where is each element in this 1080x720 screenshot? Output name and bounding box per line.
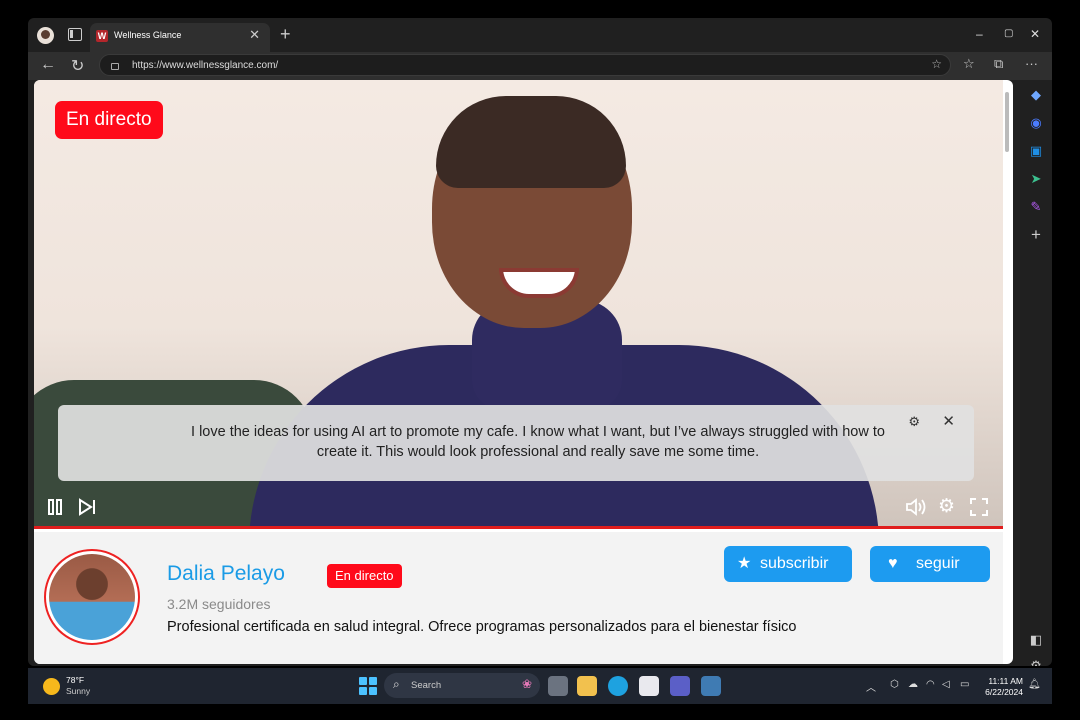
- browser-toolbar: ← ↻ https://www.wellnessglance.com/ ☆ ☆ …: [28, 52, 1052, 80]
- fullscreen-icon: [970, 498, 988, 516]
- browser-tab[interactable]: W Wellness Glance ✕: [90, 23, 270, 52]
- clock-time[interactable]: 11:11 AM: [983, 676, 1023, 686]
- url-text[interactable]: https://www.wellnessglance.com/: [132, 60, 278, 71]
- notification-bell-icon[interactable]: 🔔︎: [1028, 679, 1041, 690]
- task-view-icon[interactable]: [548, 676, 568, 696]
- edge-sidebar: ◆ ◉ ▣ ➤ ✎ + ◧ ⚙: [1020, 80, 1052, 666]
- fullscreen-button[interactable]: [970, 498, 988, 521]
- site-favicon-icon: W: [96, 30, 108, 42]
- teams-icon[interactable]: [670, 676, 690, 696]
- wifi-icon[interactable]: ◠: [926, 679, 935, 690]
- profile-avatar[interactable]: [37, 27, 54, 44]
- sun-icon[interactable]: [43, 678, 60, 695]
- copilot-icon[interactable]: ◉: [1028, 115, 1044, 131]
- follow-label: seguir: [916, 555, 960, 572]
- search-icon: ⌕: [393, 677, 400, 691]
- progress-bar[interactable]: [34, 526, 1003, 529]
- channel-info: Dalia Pelayo En directo 3.2M seguidores …: [34, 532, 1003, 664]
- battery-icon[interactable]: ▭: [960, 679, 969, 690]
- refresh-icon[interactable]: ↻: [71, 56, 84, 76]
- outlook-icon[interactable]: ▣: [1028, 143, 1044, 159]
- sidebar-toggle-icon[interactable]: ◧: [1028, 632, 1044, 648]
- follow-button[interactable]: ♥ seguir: [870, 546, 990, 582]
- weather-temperature[interactable]: 78°F: [66, 675, 84, 685]
- tray-chevron-icon[interactable]: ︿: [866, 679, 876, 694]
- volume-icon: [906, 498, 926, 516]
- onedrive-icon[interactable]: ☁: [908, 679, 918, 690]
- video-person-hair: [436, 96, 626, 188]
- next-button[interactable]: [77, 498, 97, 521]
- channel-description: Profesional certificada en salud integra…: [167, 619, 797, 635]
- minimize-button[interactable]: –: [976, 28, 983, 40]
- maximize-button[interactable]: ▢: [1004, 28, 1013, 40]
- add-sidebar-app-icon[interactable]: +: [1028, 226, 1044, 243]
- search-placeholder: Search: [411, 680, 442, 691]
- new-tab-icon[interactable]: +: [280, 25, 291, 43]
- back-arrow-icon[interactable]: ←: [40, 56, 56, 74]
- collections-icon[interactable]: ⧉: [994, 56, 1003, 72]
- designer-icon[interactable]: ✎: [1028, 199, 1044, 215]
- pause-icon: [48, 499, 62, 515]
- live-badge: En directo: [55, 101, 163, 139]
- more-menu-icon[interactable]: ···: [1025, 56, 1038, 71]
- heart-icon: ♥: [888, 555, 898, 572]
- address-bar[interactable]: https://www.wellnessglance.com/ ☆: [99, 54, 951, 76]
- sidebar-settings-icon[interactable]: ⚙: [1028, 658, 1044, 666]
- file-explorer-icon[interactable]: [577, 676, 597, 696]
- channel-avatar[interactable]: [44, 549, 140, 645]
- weather-condition[interactable]: Sunny: [66, 686, 90, 696]
- volume-button[interactable]: [905, 498, 927, 521]
- subscribe-label: subscribir: [760, 555, 829, 572]
- taskbar-search[interactable]: ⌕ Search ❀: [384, 673, 540, 698]
- start-button[interactable]: [359, 677, 377, 695]
- edge-icon[interactable]: [608, 676, 628, 696]
- channel-live-badge: En directo: [327, 564, 402, 588]
- video-settings-icon[interactable]: ⚙: [938, 497, 955, 516]
- caption-settings-icon[interactable]: ⚙: [908, 414, 920, 430]
- send-icon[interactable]: ➤: [1028, 171, 1044, 187]
- lock-icon: [111, 63, 119, 70]
- caption-text: I love the ideas for using AI art to pro…: [191, 424, 885, 460]
- store-icon[interactable]: [639, 676, 659, 696]
- skip-next-icon: [79, 498, 95, 516]
- browser-window: W Wellness Glance ✕ + – ▢ ✕ ← ↻ https://…: [28, 18, 1052, 666]
- windows-taskbar: 78°F Sunny ⌕ Search ❀ ︿ ⬡ ☁ ◠ ◁ ▭ 11:11 …: [28, 668, 1052, 704]
- caption-box: I love the ideas for using AI art to pro…: [58, 405, 974, 481]
- page-content: En directo I love the ideas for using AI…: [34, 80, 1013, 664]
- tray-app-icon[interactable]: ⬡: [890, 679, 899, 690]
- star-icon: ★: [737, 555, 752, 572]
- caption-close-icon[interactable]: ✕: [942, 412, 955, 430]
- favorite-star-icon[interactable]: ☆: [931, 57, 942, 71]
- tab-bar: W Wellness Glance ✕ + – ▢ ✕: [28, 18, 1052, 52]
- channel-name[interactable]: Dalia Pelayo: [167, 562, 285, 586]
- subscribe-button[interactable]: ★ subscribir: [724, 546, 852, 582]
- tab-actions-icon[interactable]: [68, 28, 82, 41]
- tab-close-icon[interactable]: ✕: [249, 27, 260, 43]
- favorites-icon[interactable]: ☆: [963, 56, 975, 72]
- active-app-icon[interactable]: [701, 676, 721, 696]
- close-window-button[interactable]: ✕: [1030, 28, 1040, 40]
- tag-icon[interactable]: ◆: [1028, 87, 1044, 103]
- pause-button[interactable]: [46, 498, 64, 521]
- clock-date[interactable]: 6/22/2024: [973, 687, 1023, 697]
- follower-count: 3.2M seguidores: [167, 596, 271, 612]
- page-scrollbar[interactable]: [1005, 92, 1009, 152]
- tab-title: Wellness Glance: [114, 30, 182, 40]
- speaker-icon[interactable]: ◁: [942, 679, 950, 690]
- video-player[interactable]: En directo I love the ideas for using AI…: [34, 80, 1003, 528]
- lotus-icon: ❀: [521, 677, 532, 691]
